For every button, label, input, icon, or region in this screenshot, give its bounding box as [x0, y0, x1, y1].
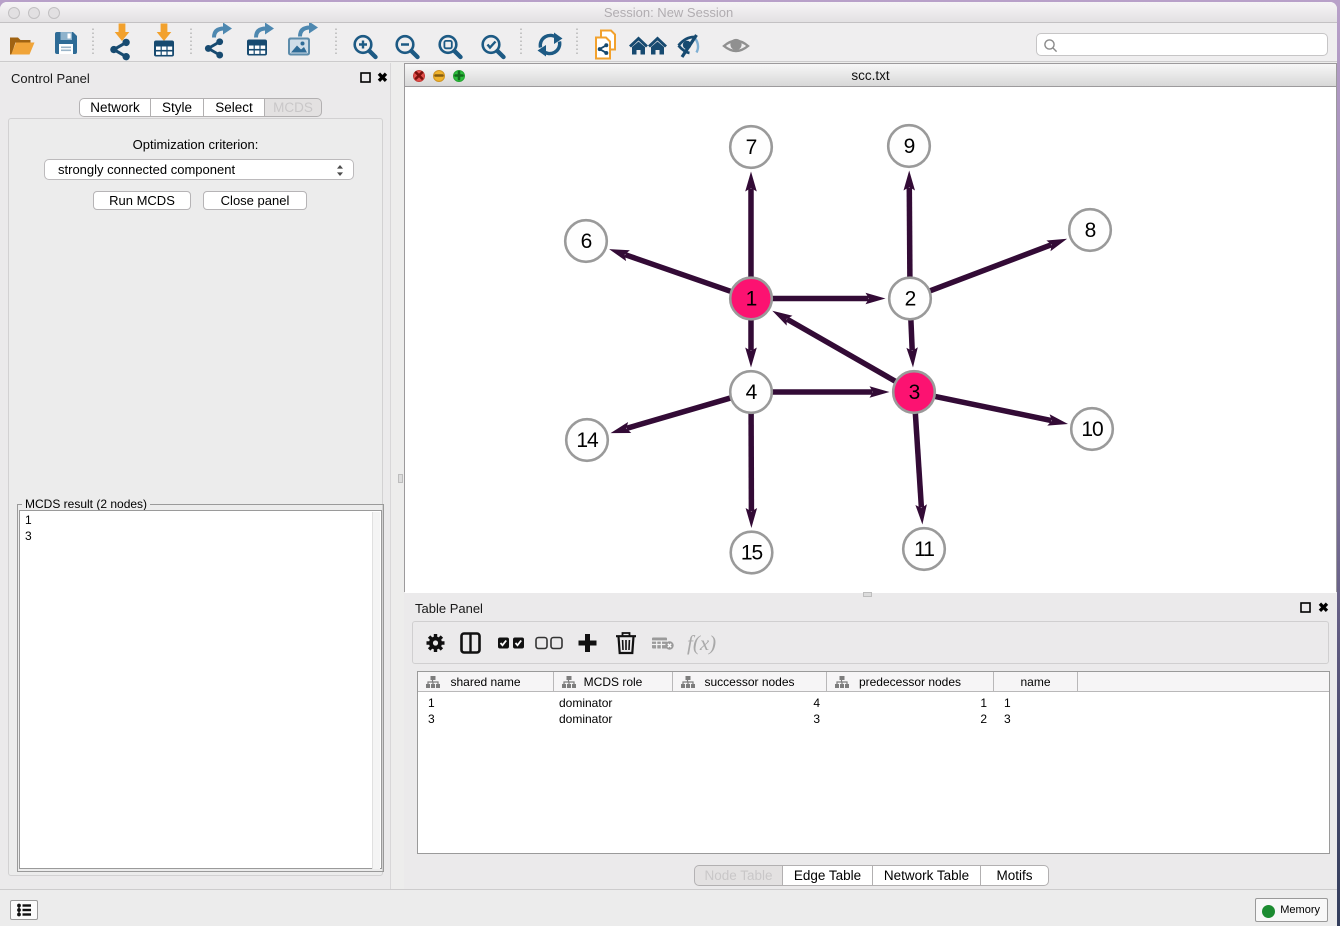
svg-text:11: 11	[914, 538, 934, 561]
svg-text:6: 6	[581, 230, 592, 253]
svg-text:3: 3	[909, 381, 920, 404]
svg-text:10: 10	[1081, 418, 1103, 441]
svg-text:14: 14	[576, 429, 599, 452]
svg-text:f(x): f(x)	[687, 631, 716, 655]
svg-text:15: 15	[741, 542, 763, 565]
svg-text:7: 7	[746, 136, 757, 159]
svg-text:8: 8	[1085, 219, 1096, 242]
svg-text:1: 1	[746, 288, 757, 311]
svg-text:2: 2	[905, 288, 916, 311]
svg-text:4: 4	[746, 381, 758, 404]
svg-text:9: 9	[904, 135, 915, 158]
